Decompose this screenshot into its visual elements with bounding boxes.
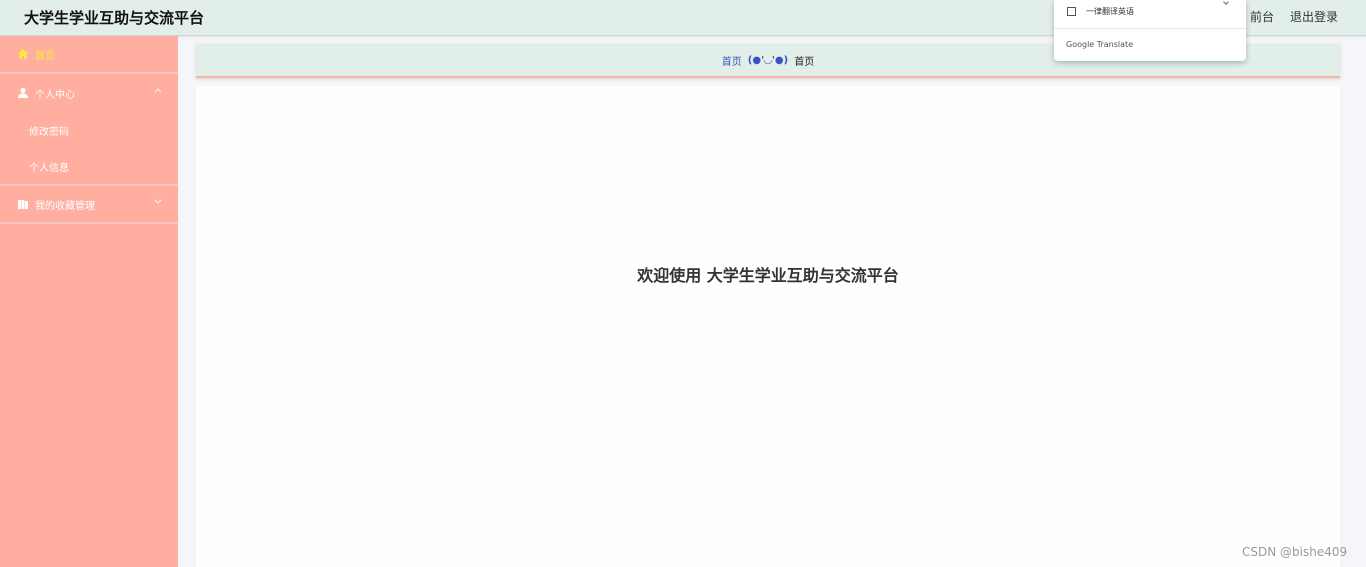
sidebar-item-label: 我的收藏管理 <box>35 200 95 212</box>
logout-link[interactable]: 退出登录 <box>1290 8 1338 25</box>
popup-corner-mark <box>1223 0 1229 5</box>
breadcrumb-home-link[interactable]: 首页 <box>722 53 742 68</box>
google-translate-brand: Google Translate <box>1066 40 1134 49</box>
checkbox[interactable] <box>1067 7 1076 16</box>
sidebar-item-personal-center[interactable]: 个人中心 <box>0 74 178 112</box>
always-translate-option[interactable]: 一律翻译英语 <box>1067 6 1134 17</box>
book-icon <box>17 198 29 210</box>
sidebar-subitem-change-password[interactable]: 修改密码 <box>0 112 178 148</box>
sidebar-item-label: 首页 <box>35 50 55 62</box>
sidebar: 首页 个人中心 修改密码 个人信息 我的收藏管理 <box>0 36 178 567</box>
breadcrumb-current: 首页 <box>794 56 815 68</box>
welcome-message: 欢迎使用 大学生学业互助与交流平台 <box>637 266 899 285</box>
popup-divider <box>1054 28 1246 29</box>
home-icon <box>17 48 29 60</box>
chevron-down-icon <box>154 198 162 208</box>
always-translate-label: 一律翻译英语 <box>1086 7 1134 16</box>
app-title: 大学生学业互助与交流平台 <box>24 9 205 27</box>
sidebar-item-home[interactable]: 首页 <box>0 36 178 74</box>
watermark: CSDN @bishe409 <box>1242 545 1348 559</box>
personal-center-group: 个人中心 修改密码 个人信息 <box>0 74 178 186</box>
sidebar-subitem-personal-info[interactable]: 个人信息 <box>0 148 178 184</box>
user-icon <box>17 87 29 99</box>
main-content: 欢迎使用 大学生学业互助与交流平台 <box>196 86 1340 567</box>
sidebar-item-label: 个人中心 <box>35 89 75 101</box>
chevron-up-icon <box>154 86 162 96</box>
google-translate-popup: 一律翻译英语 Google Translate <box>1054 0 1246 61</box>
sidebar-item-favorites[interactable]: 我的收藏管理 <box>0 186 178 224</box>
breadcrumb-separator: (●'◡'●) <box>747 54 789 66</box>
